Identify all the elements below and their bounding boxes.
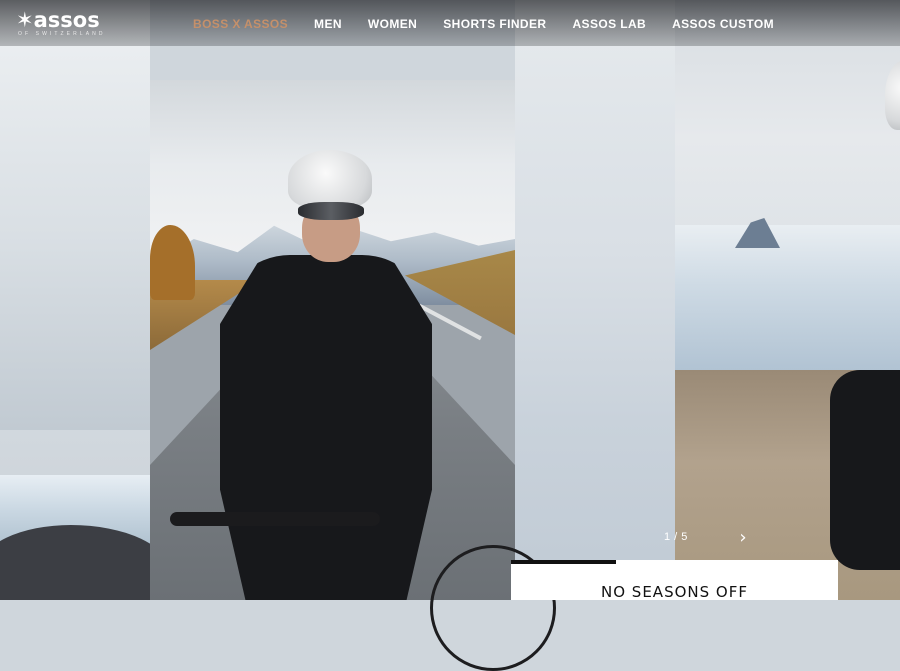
- header: ✶assos OF SWITZERLAND BOSS X ASSOS MEN W…: [0, 0, 900, 46]
- main-nav: BOSS X ASSOS MEN WOMEN SHORTS FINDER ASS…: [193, 17, 800, 31]
- nav-item-assos-custom[interactable]: ASSOS CUSTOM: [672, 17, 774, 31]
- nav-item-boss-x-assos[interactable]: BOSS X ASSOS: [193, 17, 288, 31]
- logo-wordmark: assos: [33, 8, 100, 32]
- rider-sunglasses: [298, 202, 364, 220]
- chevron-right-icon[interactable]: ›: [733, 526, 753, 548]
- caption-accent-bar: [511, 560, 616, 564]
- hero-image-sky: [515, 0, 675, 560]
- nav-item-assos-lab[interactable]: ASSOS LAB: [572, 17, 646, 31]
- logo-star-icon: ✶: [16, 8, 34, 32]
- rider-helmet: [288, 150, 372, 208]
- bike-handlebar: [170, 512, 380, 526]
- hero-image-left: [0, 0, 150, 600]
- rider-arm: [830, 370, 900, 570]
- logo-tagline: OF SWITZERLAND: [18, 31, 106, 37]
- nav-item-shorts-finder[interactable]: SHORTS FINDER: [443, 17, 546, 31]
- slide-caption-card[interactable]: NO SEASONS OFF: [511, 560, 838, 601]
- sky: [515, 0, 675, 560]
- mountain: [0, 525, 150, 600]
- nav-item-men[interactable]: MEN: [314, 17, 342, 31]
- rider-jacket: [220, 255, 432, 600]
- nav-item-women[interactable]: WOMEN: [368, 17, 417, 31]
- assos-logo[interactable]: ✶assos OF SWITZERLAND: [16, 8, 166, 37]
- slide-counter: 1 / 5: [664, 531, 688, 543]
- sky: [0, 0, 150, 430]
- slide-caption-title: NO SEASONS OFF: [601, 583, 748, 601]
- glacier: [675, 225, 900, 370]
